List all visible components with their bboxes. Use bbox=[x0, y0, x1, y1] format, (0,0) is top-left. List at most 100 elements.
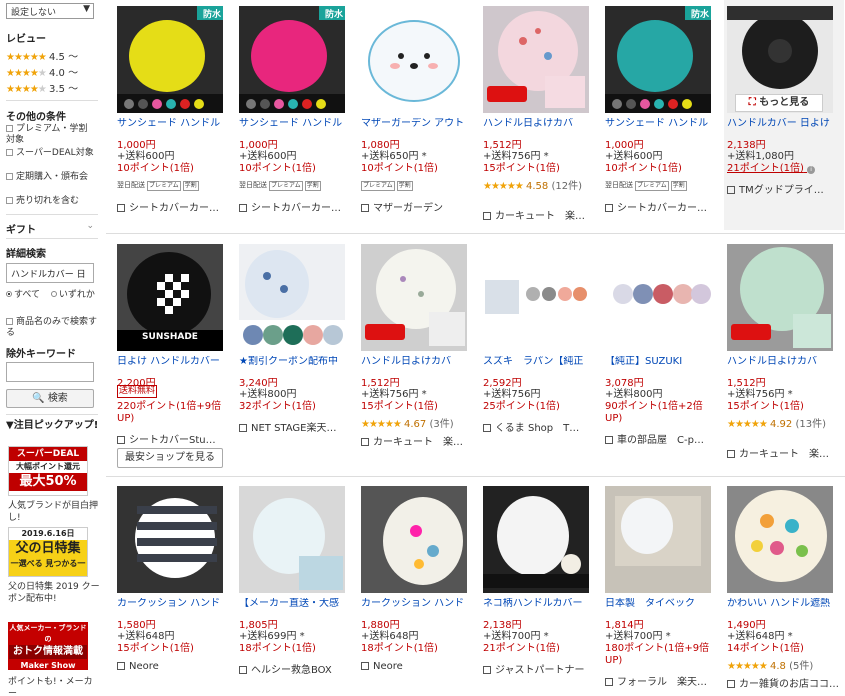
product-title[interactable]: ★割引クーポン配布中 bbox=[239, 356, 353, 368]
product-image[interactable] bbox=[605, 486, 711, 593]
fathers-day-text[interactable]: 父の日特集 2019 クーポン配布中! bbox=[8, 581, 100, 605]
condition-superdeal[interactable]: スーパーDEAL対象 bbox=[6, 148, 98, 159]
product-image[interactable] bbox=[727, 486, 833, 593]
condition-soldout[interactable]: 売り切れを含む bbox=[6, 196, 98, 207]
product-image[interactable] bbox=[239, 244, 345, 351]
product-image[interactable] bbox=[117, 486, 223, 593]
product-card[interactable]: 防水 サンシェード ハンドル 1,000円 +送料600円 10ポイント(1倍) 翌日配送… bbox=[114, 0, 234, 230]
product-title[interactable]: 日本製 タイベック bbox=[605, 598, 719, 610]
product-image[interactable] bbox=[605, 244, 711, 351]
rating-filter-40[interactable]: ★★★★★ 4.0 〜 bbox=[6, 64, 78, 79]
exclude-keyword-input[interactable] bbox=[6, 362, 94, 382]
product-title[interactable]: 【純正】SUZUKI bbox=[605, 356, 719, 368]
checkbox[interactable] bbox=[6, 125, 13, 132]
shop-name[interactable]: カーキュート 楽… bbox=[483, 207, 597, 222]
product-title[interactable]: ハンドル日よけカバ bbox=[361, 356, 475, 368]
checkbox[interactable] bbox=[6, 173, 13, 180]
review-summary[interactable]: ★★★★★ 4.8 (5件) bbox=[727, 661, 841, 673]
superdeal-banner[interactable]: スーパーDEAL 大幅ポイント還元 最大50% bbox=[8, 446, 88, 496]
review-summary[interactable]: ★★★★★ 4.67 (3件) bbox=[361, 419, 475, 431]
product-card[interactable]: 防水 サンシェード ハンドル 1,000円 +送料600円 10ポイント(1倍) 翌日配送… bbox=[602, 0, 722, 230]
shop-name[interactable]: NET STAGE楽天… bbox=[239, 419, 353, 434]
shop-name[interactable]: くるま Shop T… bbox=[483, 419, 597, 434]
product-title[interactable]: ネコ柄ハンドルカバー bbox=[483, 598, 597, 610]
product-card[interactable]: 【純正】SUZUKI 3,078円 +送料800円 90ポイント(1倍+2倍UP) 車の… bbox=[602, 238, 722, 468]
shop-name[interactable]: カーキュート 楽… bbox=[361, 433, 475, 448]
condition-premium[interactable]: プレミアム・学割 対象 bbox=[6, 124, 98, 146]
shop-name[interactable]: 車の部品屋 C-p… bbox=[605, 431, 719, 446]
shop-name[interactable]: カー雑貨のお店ココ… bbox=[727, 675, 841, 690]
product-card[interactable]: ハンドル日よけカバ 1,512円 +送料756円 * 15ポイント(1倍) ★★★★★ … bbox=[724, 238, 844, 468]
review-summary[interactable]: ★★★★★ 4.58 (12件) bbox=[483, 181, 597, 193]
radio-any[interactable] bbox=[50, 291, 57, 297]
shop-name[interactable]: Neore bbox=[361, 661, 475, 672]
product-card[interactable]: カークッション ハンド 1,580円 +送料648円 15ポイント(1倍) Neore bbox=[114, 480, 234, 696]
review-summary[interactable]: ★★★★★ 4.92 (13件) bbox=[727, 419, 841, 431]
see-more-button[interactable]: ⛶ もっと見る bbox=[735, 94, 823, 112]
checkbox[interactable] bbox=[6, 197, 13, 204]
checkbox[interactable] bbox=[6, 149, 13, 156]
product-title[interactable]: ハンドルカバー 日よけ bbox=[727, 118, 841, 130]
shop-name[interactable]: ヘルシー救急BOX bbox=[239, 661, 353, 676]
product-title[interactable]: カークッション ハンド bbox=[361, 598, 475, 610]
rating-filter-35[interactable]: ★★★★★ 3.5 〜 bbox=[6, 80, 78, 95]
points[interactable]: 21ポイント(1倍) i bbox=[727, 163, 841, 175]
sort-select[interactable]: 設定しない ▼ bbox=[6, 3, 94, 19]
shop-name[interactable]: カーキュート 楽… bbox=[727, 445, 841, 460]
product-card[interactable]: かわいい ハンドル遮熱 1,490円 +送料648円 * 14ポイント(1倍) ★★★★… bbox=[724, 480, 844, 696]
product-card[interactable]: ★割引クーポン配布中 3,240円 +送料800円 32ポイント(1倍) NET STA… bbox=[236, 238, 356, 468]
shop-name[interactable]: シートカバーStu… bbox=[117, 431, 231, 446]
info-icon[interactable]: i bbox=[807, 166, 816, 174]
radio-all[interactable] bbox=[6, 291, 12, 297]
product-image[interactable] bbox=[483, 6, 589, 113]
product-title[interactable]: サンシェード ハンドル bbox=[605, 118, 719, 130]
checkbox[interactable] bbox=[6, 318, 13, 325]
keyword-input[interactable]: ハンドルカバー 日 bbox=[6, 263, 94, 283]
product-image[interactable]: 防水 bbox=[117, 6, 223, 113]
shop-name[interactable]: ジャストパートナー bbox=[483, 661, 597, 676]
product-title[interactable]: 日よけ ハンドルカバー bbox=[117, 356, 231, 368]
product-card[interactable]: ハンドル日よけカバ 1,512円 +送料756円 * 15ポイント(1倍) ★★★★★ … bbox=[480, 0, 600, 230]
cheapest-shop-button[interactable]: 最安ショップを見る bbox=[117, 448, 223, 468]
superdeal-text[interactable]: 人気ブランドが目白押し! bbox=[8, 500, 100, 524]
shop-name[interactable]: マザーガーデン bbox=[361, 199, 475, 214]
product-title[interactable]: スズキ ラパン【純正 bbox=[483, 356, 597, 368]
product-card[interactable]: 日本製 タイベック 1,814円 +送料700円 * 180ポイント(1倍+9倍UP)… bbox=[602, 480, 722, 696]
product-image[interactable] bbox=[727, 244, 833, 351]
product-card[interactable]: ⛶ もっと見る ハンドルカバー 日よけ 2,138円 +送料1,080円 21ポイント(… bbox=[724, 0, 844, 230]
product-image[interactable]: ⛶ もっと見る bbox=[727, 6, 833, 113]
product-image[interactable] bbox=[239, 486, 345, 593]
product-title[interactable]: サンシェード ハンドル bbox=[239, 118, 353, 130]
product-card[interactable]: ハンドル日よけカバ 1,512円 +送料756円 * 15ポイント(1倍) ★★★★★ … bbox=[358, 238, 478, 468]
product-title[interactable]: マザーガーデン アウト bbox=[361, 118, 475, 130]
product-title[interactable]: サンシェード ハンドル bbox=[117, 118, 231, 130]
product-image[interactable]: SUNSHADE bbox=[117, 244, 223, 351]
product-image[interactable] bbox=[361, 486, 467, 593]
product-image[interactable]: 防水 bbox=[605, 6, 711, 113]
product-title[interactable]: カークッション ハンド bbox=[117, 598, 231, 610]
shop-name[interactable]: フォーラル 楽天… bbox=[605, 673, 719, 688]
product-title[interactable]: かわいい ハンドル遮熱 bbox=[727, 598, 841, 610]
shop-name[interactable]: シートカバーカー… bbox=[117, 199, 231, 214]
product-card[interactable]: マザーガーデン アウト 1,080円 +送料650円 * 10ポイント(1倍) プレミア… bbox=[358, 0, 478, 230]
shop-name[interactable]: シートカバーカー… bbox=[605, 199, 719, 214]
product-card[interactable]: SUNSHADE 日よけ ハンドルカバー 2,200円 送料無料 220ポイント(1倍+… bbox=[114, 238, 234, 468]
condition-subscription[interactable]: 定期購入・頒布会 bbox=[6, 172, 98, 183]
shop-name[interactable]: Neore bbox=[117, 661, 231, 672]
product-card[interactable]: スズキ ラパン【純正 2,592円 +送料756円 25ポイント(1倍) くるま Sho… bbox=[480, 238, 600, 468]
rating-filter-45[interactable]: ★★★★★ 4.5 〜 bbox=[6, 48, 78, 63]
shop-name[interactable]: TMグッドプライ… bbox=[727, 181, 841, 196]
product-card[interactable]: カークッション ハンド 1,880円 +送料648円 18ポイント(1倍) Neore bbox=[358, 480, 478, 696]
search-button[interactable]: 🔍 検索 bbox=[6, 389, 94, 408]
product-image[interactable] bbox=[361, 6, 467, 113]
maker-showroom-banner[interactable]: 人気メーカー・ブランドの おトク情報満載 Maker Show Room bbox=[8, 622, 88, 670]
fathers-day-banner[interactable]: 2019.6.16日 父の日特集 一選べる 見つかる一 bbox=[8, 527, 88, 577]
maker-showroom-text[interactable]: ポイントも!・メーカー bbox=[8, 676, 100, 696]
product-image[interactable] bbox=[483, 244, 589, 351]
chevron-down-icon[interactable]: ⌄ bbox=[86, 221, 94, 231]
gift-heading[interactable]: ギフト bbox=[6, 221, 36, 236]
product-card[interactable]: ネコ柄ハンドルカバー 2,138円 +送料700円 * 21ポイント(1倍) ジャストパ… bbox=[480, 480, 600, 696]
product-title[interactable]: 【メーカー直送・大感 bbox=[239, 598, 353, 610]
product-card[interactable]: 防水 サンシェード ハンドル 1,000円 +送料600円 10ポイント(1倍) 翌日配送… bbox=[236, 0, 356, 230]
product-image[interactable] bbox=[483, 486, 589, 593]
